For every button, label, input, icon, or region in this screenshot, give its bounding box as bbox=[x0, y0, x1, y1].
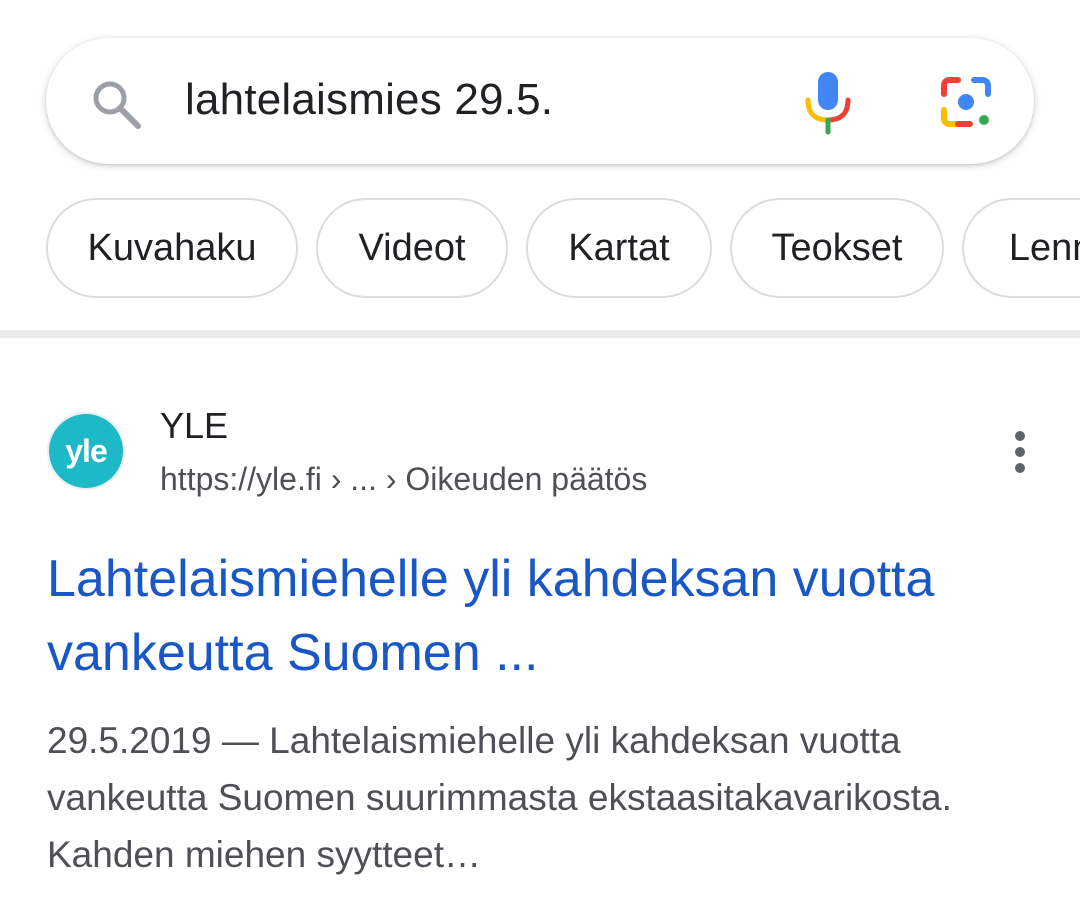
chip-kuvahaku[interactable]: Kuvahaku bbox=[46, 198, 298, 298]
yle-logo: yle bbox=[49, 414, 123, 488]
result-site-name[interactable]: YLE bbox=[160, 404, 228, 448]
result-title-link[interactable]: Lahtelaismiehelle yli kahdeksan vuotta v… bbox=[47, 542, 1047, 690]
chip-lennot[interactable]: Lennot bbox=[962, 198, 1080, 298]
more-vert-icon[interactable] bbox=[1000, 430, 1040, 474]
site-favicon: yle bbox=[47, 412, 125, 490]
chip-kartat[interactable]: Kartat bbox=[526, 198, 712, 298]
section-divider bbox=[0, 330, 1080, 338]
chip-teokset[interactable]: Teokset bbox=[730, 198, 944, 298]
result-snippet: 29.5.2019 — Lahtelaismiehelle yli kahdek… bbox=[47, 720, 952, 875]
filter-chips: Kuvahaku Videot Kartat Teokset Lennot bbox=[46, 198, 1080, 302]
lens-icon[interactable] bbox=[936, 72, 996, 132]
search-input[interactable]: lahtelaismies 29.5. bbox=[185, 72, 553, 128]
chip-videot[interactable]: Videot bbox=[316, 198, 508, 298]
result-url[interactable]: https://yle.fi › ... › Oikeuden päätös bbox=[160, 458, 647, 500]
search-icon bbox=[93, 81, 141, 129]
mic-icon[interactable] bbox=[802, 70, 854, 136]
